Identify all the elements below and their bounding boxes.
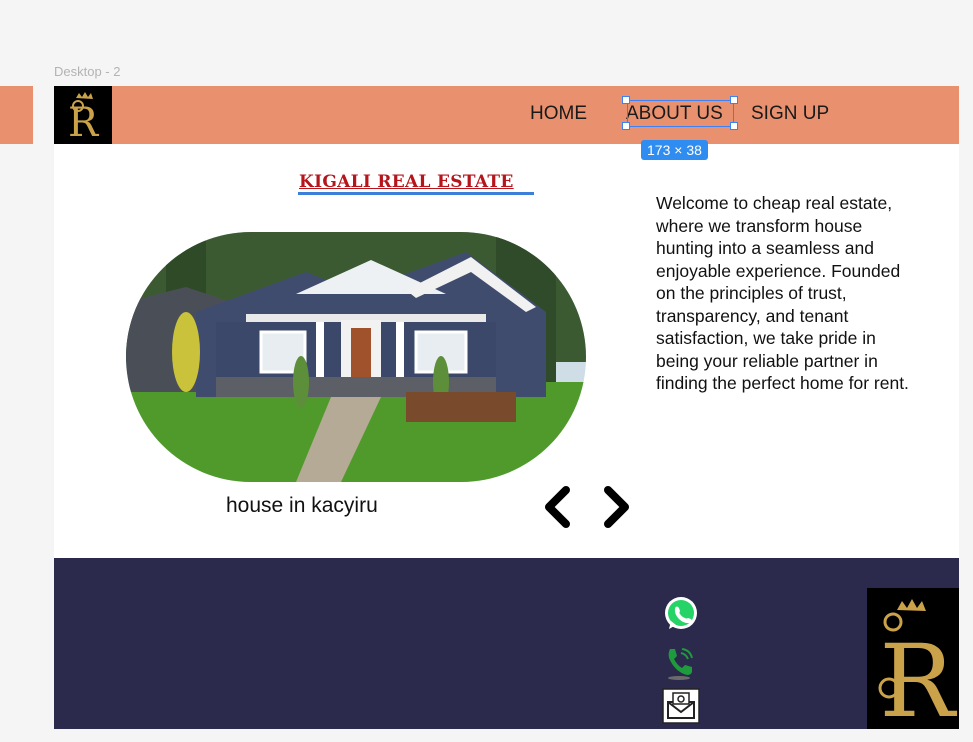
email-icon	[662, 688, 700, 724]
title-underline	[298, 192, 534, 195]
email-link[interactable]	[662, 688, 700, 729]
whatsapp-link[interactable]	[662, 595, 700, 638]
logo-crest-icon: R	[68, 92, 100, 146]
whatsapp-icon	[665, 597, 697, 629]
phone-icon	[668, 648, 693, 680]
about-paragraph: Welcome to cheap real estate, where we t…	[656, 193, 909, 393]
house-illustration	[126, 232, 586, 482]
nav-home[interactable]: HOME	[530, 103, 587, 125]
adjacent-frame-edge	[0, 86, 33, 144]
desktop-frame[interactable]: R HOME ABOUT US SIGN UP 173 × 38 KIGALI …	[54, 86, 959, 729]
selection-outline[interactable]	[627, 100, 734, 127]
logo-letter: R	[68, 100, 100, 144]
footer: R	[54, 558, 959, 729]
resize-handle[interactable]	[622, 96, 630, 104]
prev-button[interactable]	[542, 484, 572, 535]
frame-label: Desktop - 2	[54, 64, 121, 79]
canvas-gutter	[0, 144, 33, 729]
resize-handle[interactable]	[730, 96, 738, 104]
house-image	[126, 232, 586, 482]
size-badge: 173 × 38	[641, 140, 708, 160]
logo-crest-icon: R	[878, 599, 957, 729]
next-button[interactable]	[602, 484, 632, 535]
navbar: R HOME ABOUT US SIGN UP	[54, 86, 959, 146]
logo[interactable]: R	[54, 86, 112, 146]
chevron-right-icon	[604, 486, 629, 528]
nav-sign-up[interactable]: SIGN UP	[751, 103, 829, 125]
image-caption: house in kacyiru	[226, 494, 378, 517]
resize-handle[interactable]	[730, 122, 738, 130]
page-title: KIGALI REAL ESTATE	[299, 172, 514, 192]
phone-link[interactable]	[664, 646, 694, 685]
chevron-left-icon	[545, 486, 570, 528]
footer-logo[interactable]: R	[867, 588, 959, 729]
resize-handle[interactable]	[622, 122, 630, 130]
footer-logo-letter: R	[879, 623, 957, 729]
